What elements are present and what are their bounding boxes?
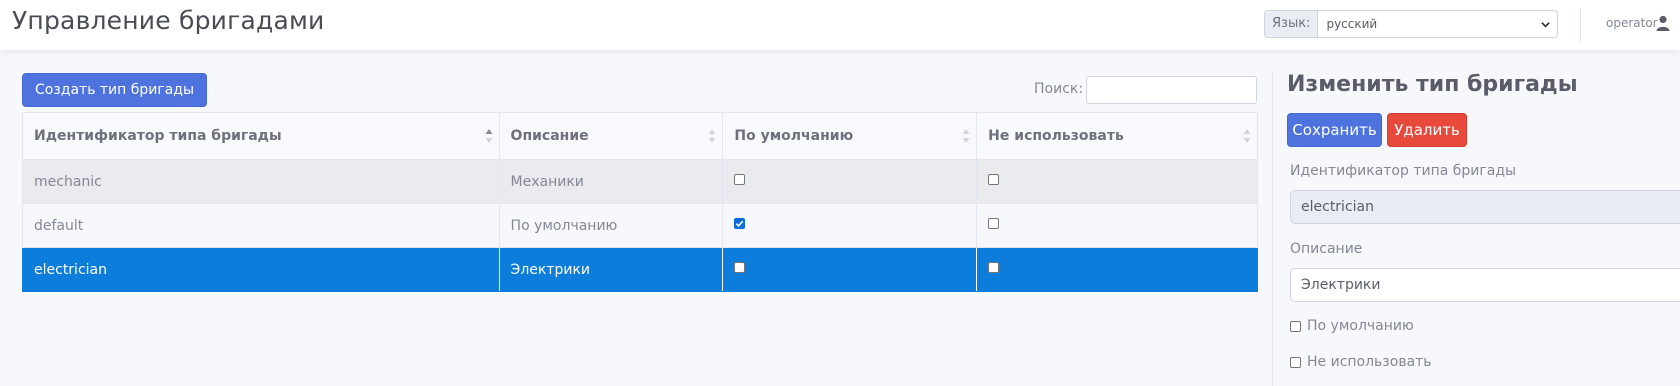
user-name[interactable]: operator: [1606, 16, 1658, 30]
cell-description: Электрики: [498, 247, 724, 292]
column-header-default[interactable]: По умолчанию: [722, 112, 978, 160]
table-row[interactable]: default По умолчанию: [22, 203, 1258, 248]
disabled-checkbox[interactable]: [988, 262, 1000, 273]
user-icon[interactable]: [1656, 15, 1670, 31]
sort-icon: [708, 129, 716, 143]
table-header-row: Идентификатор типа бригады Описание По у…: [22, 112, 1258, 160]
create-brigade-type-button[interactable]: Создать тип бригады: [22, 73, 208, 107]
page-title: Управление бригадами: [12, 6, 325, 35]
panel-divider: [1272, 72, 1273, 386]
disabled-checkbox[interactable]: [988, 174, 1000, 185]
language-select-value: русский: [1326, 17, 1378, 31]
chevron-down-icon: [1541, 22, 1551, 28]
sort-icon: [962, 129, 970, 143]
top-navbar: Управление бригадами Язык: русский opera…: [0, 0, 1680, 50]
column-header-disabled[interactable]: Не использовать: [976, 112, 1258, 160]
language-label: Язык:: [1264, 10, 1319, 38]
table-row[interactable]: mechanic Механики: [22, 159, 1258, 204]
column-header-label: Описание: [510, 128, 589, 144]
search-input[interactable]: [1086, 76, 1257, 104]
id-field-label: Идентификатор типа бригады: [1290, 163, 1517, 179]
edit-panel-title: Изменить тип бригады: [1287, 72, 1578, 97]
cell-id: mechanic: [22, 159, 500, 204]
column-header-label: По умолчанию: [734, 128, 854, 144]
cell-disabled: [976, 159, 1258, 204]
table-row[interactable]: electrician Электрики: [22, 247, 1258, 292]
cell-id: electrician: [22, 247, 500, 292]
column-header-label: Идентификатор типа бригады: [34, 128, 282, 144]
default-checkbox-row[interactable]: По умолчанию: [1290, 318, 1414, 334]
delete-button[interactable]: Удалить: [1387, 113, 1467, 147]
cell-default: [722, 159, 978, 204]
cell-id: default: [22, 203, 500, 248]
default-checkbox[interactable]: [734, 262, 746, 273]
column-header-label: Не использовать: [988, 128, 1124, 144]
disabled-checkbox[interactable]: [1290, 356, 1301, 368]
sort-ascending-icon: [485, 129, 493, 143]
language-selector: Язык: русский: [1264, 10, 1559, 38]
description-field-label: Описание: [1290, 241, 1363, 257]
default-checkbox[interactable]: [734, 174, 746, 185]
disabled-checkbox-row[interactable]: Не использовать: [1290, 354, 1432, 370]
id-field: electrician: [1290, 190, 1680, 224]
disabled-checkbox-label: Не использовать: [1307, 354, 1432, 370]
cell-description: Механики: [498, 159, 724, 204]
brigade-types-table: Идентификатор типа бригады Описание По у…: [22, 112, 1258, 292]
default-checkbox[interactable]: [1290, 320, 1301, 332]
cell-description: По умолчанию: [498, 203, 724, 248]
cell-default: [722, 247, 978, 292]
description-field[interactable]: Электрики: [1290, 268, 1680, 302]
topbar-divider: [1580, 8, 1581, 42]
default-checkbox-label: По умолчанию: [1307, 318, 1414, 334]
default-checkbox[interactable]: [734, 218, 746, 229]
column-header-id[interactable]: Идентификатор типа бригады: [22, 112, 500, 160]
disabled-checkbox[interactable]: [988, 218, 1000, 229]
cell-default: [722, 203, 978, 248]
search-label: Поиск:: [1034, 81, 1084, 97]
sort-icon: [1243, 129, 1251, 143]
save-button[interactable]: Сохранить: [1287, 113, 1382, 147]
cell-disabled: [976, 247, 1258, 292]
column-header-description[interactable]: Описание: [498, 112, 724, 160]
cell-disabled: [976, 203, 1258, 248]
language-select[interactable]: русский: [1318, 10, 1559, 38]
